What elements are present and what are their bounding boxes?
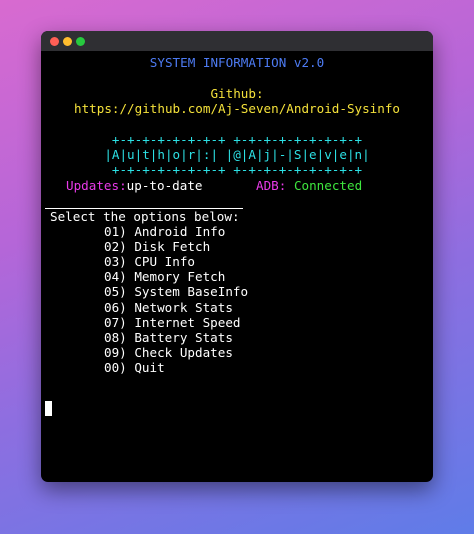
adb-value: Connected bbox=[293, 178, 363, 193]
window-titlebar bbox=[41, 31, 433, 51]
option-network-stats: 06) Network Stats bbox=[104, 300, 233, 315]
updates-status: Updates:up-to-date bbox=[66, 178, 203, 193]
option-disk-fetch: 02) Disk Fetch bbox=[104, 239, 211, 254]
input-cursor[interactable] bbox=[45, 401, 52, 416]
option-check-updates: 09) Check Updates bbox=[104, 345, 233, 360]
adb-label: ADB: bbox=[256, 178, 287, 193]
updates-value: up-to-date bbox=[126, 178, 203, 193]
banner-author: |A|u|t|h|o|r|:| |@|A|j|-|S|e|v|e|n| bbox=[104, 147, 370, 162]
terminal-window: SYSTEM INFORMATION v2.0 Github: https://… bbox=[41, 31, 433, 482]
minimize-window-button[interactable] bbox=[63, 37, 72, 46]
option-internet-speed: 07) Internet Speed bbox=[104, 315, 241, 330]
github-url: https://github.com/Aj-Seven/Android-Sysi… bbox=[73, 101, 401, 116]
option-cpu-info: 03) CPU Info bbox=[104, 254, 195, 269]
option-system-baseinfo: 05) System BaseInfo bbox=[104, 284, 249, 299]
option-battery-stats: 08) Battery Stats bbox=[104, 330, 233, 345]
option-quit: 00) Quit bbox=[104, 360, 165, 375]
app-title: SYSTEM INFORMATION v2.0 bbox=[149, 55, 325, 70]
option-memory-fetch: 04) Memory Fetch bbox=[104, 269, 226, 284]
github-label: Github: bbox=[210, 86, 264, 101]
options-prompt: Select the options below: bbox=[50, 209, 240, 224]
close-window-button[interactable] bbox=[50, 37, 59, 46]
banner-border-bottom: +-+-+-+-+-+-+-+ +-+-+-+-+-+-+-+-+ bbox=[111, 162, 363, 177]
adb-status: ADB: Connected bbox=[256, 178, 362, 193]
maximize-window-button[interactable] bbox=[76, 37, 85, 46]
terminal-output[interactable]: SYSTEM INFORMATION v2.0 Github: https://… bbox=[41, 51, 433, 482]
updates-label: Updates: bbox=[66, 178, 127, 193]
banner-border-top: +-+-+-+-+-+-+-+ +-+-+-+-+-+-+-+-+ bbox=[111, 132, 363, 147]
option-android-info: 01) Android Info bbox=[104, 224, 226, 239]
